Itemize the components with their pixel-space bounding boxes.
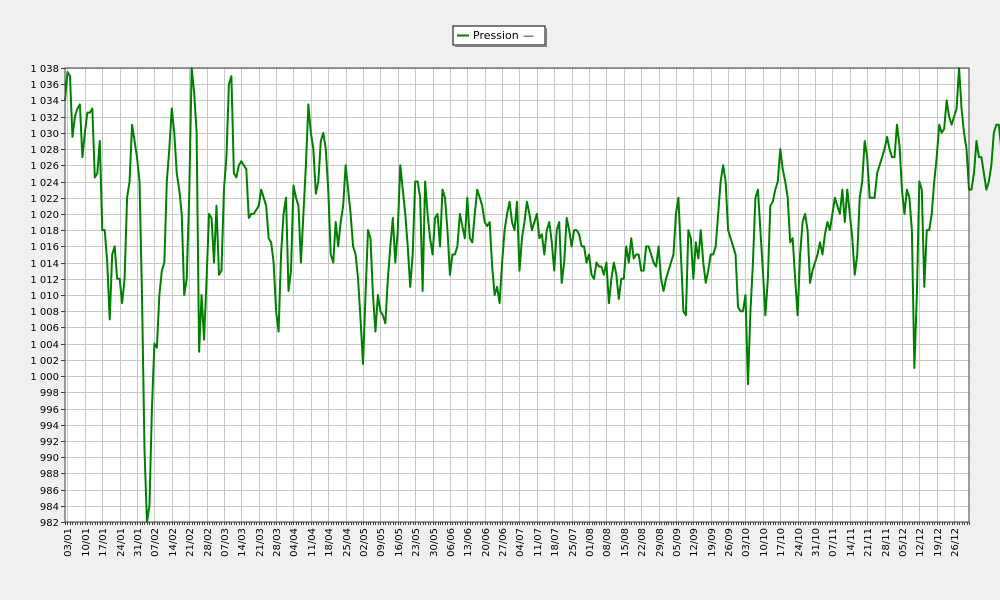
- x-tick-label: 19/12: [933, 528, 944, 557]
- x-tick-label: 31/10: [811, 528, 822, 557]
- x-tick-label: 22/08: [637, 528, 648, 557]
- x-tick-label: 24/01: [116, 528, 127, 557]
- x-tick-label: 07/11: [828, 528, 839, 557]
- y-tick-label: 1 024: [30, 178, 59, 189]
- y-tick-label: 1 026: [30, 161, 59, 172]
- y-tick-label: 1 004: [30, 340, 59, 351]
- y-tick-label: 994: [40, 421, 59, 432]
- y-tick-label: 1 022: [30, 194, 59, 205]
- x-tick-label: 31/01: [133, 528, 144, 557]
- x-tick-label: 19/09: [707, 528, 718, 557]
- x-tick-label: 08/08: [602, 528, 613, 557]
- y-tick-label: 1 006: [30, 323, 59, 334]
- y-tick-label: 990: [40, 453, 59, 464]
- y-tick-label: 1 034: [30, 96, 59, 107]
- x-tick-label: 05/09: [672, 528, 683, 557]
- y-tick-label: 1 016: [30, 242, 59, 253]
- y-tick-label: 1 008: [30, 307, 59, 318]
- x-tick-label: 30/05: [429, 528, 440, 557]
- x-tick-label: 03/01: [63, 528, 74, 557]
- x-tick-label: 03/10: [741, 528, 752, 557]
- x-tick-label: 14/03: [237, 528, 248, 557]
- legend-suffix: —: [523, 29, 534, 42]
- x-tick-label: 24/10: [794, 528, 805, 557]
- x-tick-label: 10/10: [759, 528, 770, 557]
- y-tick-label: 1 032: [30, 113, 59, 124]
- legend-box-shadow-bottom: [455, 45, 547, 47]
- y-tick-label: 1 030: [30, 129, 59, 140]
- y-tick-label: 1 020: [30, 210, 59, 221]
- x-tick-label: 09/05: [376, 528, 387, 557]
- y-tick-label: 1 010: [30, 291, 59, 302]
- y-tick-label: 982: [40, 518, 59, 529]
- y-tick-label: 1 028: [30, 145, 59, 156]
- y-tick-label: 996: [40, 405, 59, 416]
- y-tick-label: 992: [40, 437, 59, 448]
- x-tick-label: 17/01: [98, 528, 109, 557]
- x-tick-label: 28/02: [203, 528, 214, 557]
- y-tick-label: 1 012: [30, 275, 59, 286]
- x-tick-label: 26/12: [950, 528, 961, 557]
- x-tick-label: 15/08: [620, 528, 631, 557]
- y-tick-label: 1 000: [30, 372, 59, 383]
- x-tick-label: 21/03: [255, 528, 266, 557]
- y-tick-label: 1 002: [30, 356, 59, 367]
- y-tick-label: 986: [40, 486, 59, 497]
- x-tick-label: 12/12: [915, 528, 926, 557]
- x-tick-label: 28/03: [272, 528, 283, 557]
- x-tick-label: 16/05: [394, 528, 405, 557]
- x-tick-label: 26/09: [724, 528, 735, 557]
- y-tick-label: 1 038: [30, 64, 59, 75]
- x-tick-label: 14/02: [168, 528, 179, 557]
- x-tick-label: 05/12: [898, 528, 909, 557]
- x-tick-label: 18/04: [324, 528, 335, 557]
- x-tick-label: 21/11: [863, 528, 874, 557]
- x-tick-label: 29/08: [655, 528, 666, 557]
- x-tick-label: 23/05: [411, 528, 422, 557]
- x-tick-label: 18/07: [550, 528, 561, 557]
- legend-box-shadow: [545, 28, 547, 46]
- x-tick-label: 04/04: [289, 528, 300, 557]
- y-tick-label: 984: [40, 502, 59, 513]
- y-tick-label: 1 036: [30, 80, 59, 91]
- x-tick-label: 21/02: [185, 528, 196, 557]
- x-tick-label: 07/03: [220, 528, 231, 557]
- x-tick-label: 11/07: [533, 528, 544, 557]
- x-tick-label: 02/05: [359, 528, 370, 557]
- y-tick-label: 1 018: [30, 226, 59, 237]
- x-tick-label: 28/11: [881, 528, 892, 557]
- x-tick-label: 14/11: [846, 528, 857, 557]
- x-tick-label: 17/10: [776, 528, 787, 557]
- y-tick-label: 1 014: [30, 259, 59, 270]
- legend: Pression —: [452, 25, 547, 47]
- x-tick-label: 27/06: [498, 528, 509, 557]
- legend-label-pression: Pression: [473, 29, 519, 42]
- x-tick-label: 13/06: [463, 528, 474, 557]
- x-tick-label: 11/04: [307, 528, 318, 557]
- x-tick-label: 07/02: [150, 528, 161, 557]
- x-tick-label: 25/07: [568, 528, 579, 557]
- x-tick-label: 20/06: [481, 528, 492, 557]
- x-tick-label: 10/01: [81, 528, 92, 557]
- x-tick-label: 06/06: [446, 528, 457, 557]
- y-tick-label: 998: [40, 388, 59, 399]
- y-tick-label: 988: [40, 469, 59, 480]
- x-tick-label: 04/07: [515, 528, 526, 557]
- x-tick-label: 25/04: [342, 528, 353, 557]
- x-tick-label: 01/08: [585, 528, 596, 557]
- x-tick-label: 12/09: [689, 528, 700, 557]
- pression-line-chart: Pression — 982 984 986 988 990 992 994 996 998 1 …: [0, 0, 1000, 600]
